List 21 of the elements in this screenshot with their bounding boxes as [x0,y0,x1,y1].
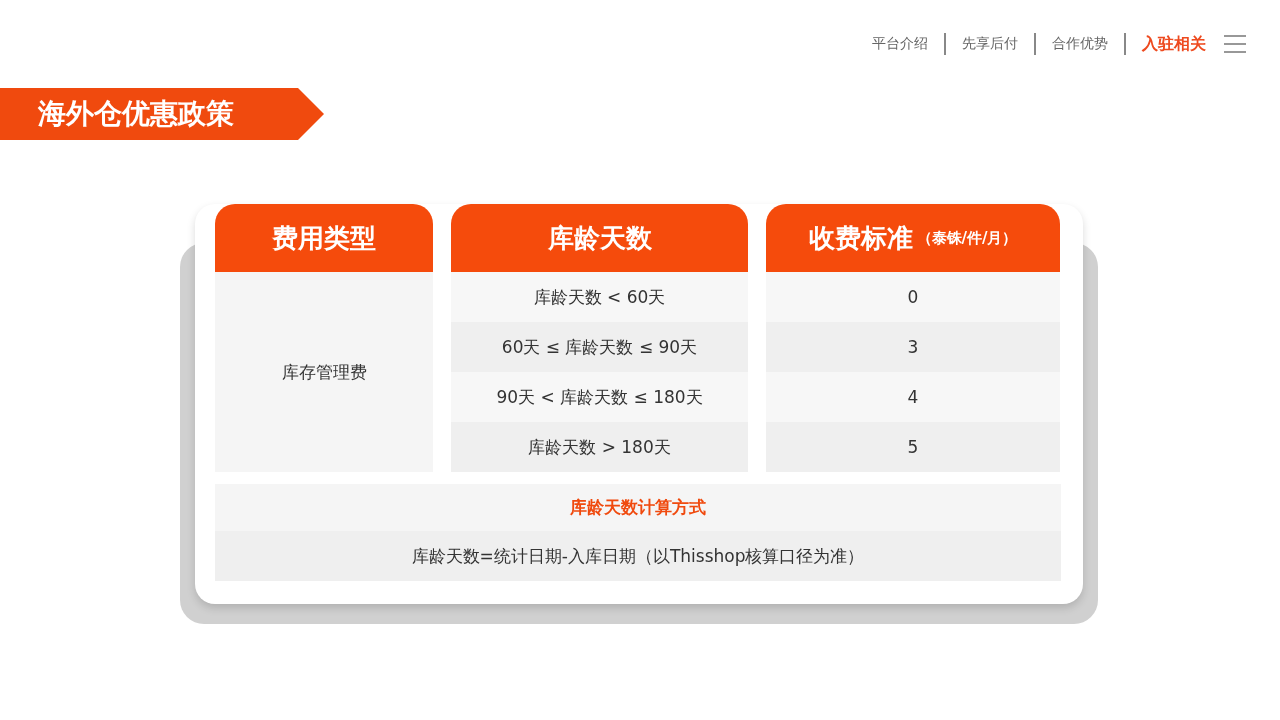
unit-note: （泰铢/件/月） [916,228,1018,248]
column-title: 收费标准 [808,221,913,255]
table-cell: 库龄天数 > 180天 [451,422,748,472]
menu-icon[interactable] [1224,35,1246,53]
table-cell: 0 [766,272,1060,322]
table-cell: 90天 < 库龄天数 ≤ 180天 [451,372,748,422]
nav-link[interactable]: 平台介绍 [872,35,928,53]
nav-link[interactable]: 入驻相关 [1142,33,1206,55]
column-title: 费用类型 [272,221,376,255]
table-cell: 60天 ≤ 库龄天数 ≤ 90天 [451,322,748,372]
nav-link[interactable]: 先享后付 [962,35,1018,53]
table-cell: 5 [766,422,1060,472]
table-cell: 库存管理费 [215,272,433,472]
table-cell: 3 [766,322,1060,372]
calc-title: 库龄天数计算方式 [215,484,1061,531]
table-cell: 4 [766,372,1060,422]
table-cell: 库龄天数 < 60天 [451,272,748,322]
column-title: 库龄天数 [547,221,652,255]
section-banner: 海外仓优惠政策 [0,88,324,140]
nav-link[interactable]: 合作优势 [1052,35,1108,53]
calc-formula: 库龄天数=统计日期-入库日期（以Thisshop核算口径为准） [215,531,1061,581]
